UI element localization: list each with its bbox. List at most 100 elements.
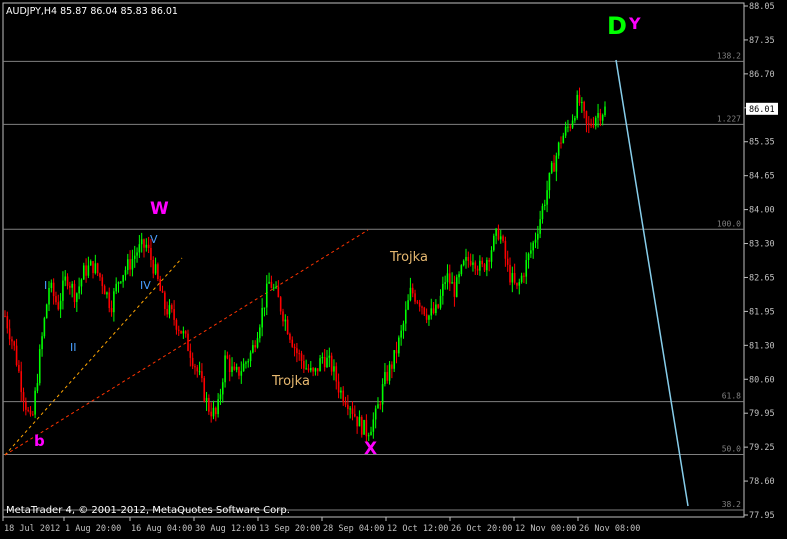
candle-body xyxy=(50,282,53,289)
candle-body xyxy=(184,331,187,334)
candle-body xyxy=(122,275,124,282)
candle-body xyxy=(316,368,319,372)
candle-body xyxy=(435,304,437,314)
candle-body xyxy=(120,281,122,283)
candle-body xyxy=(402,323,405,331)
candle-body xyxy=(411,287,414,294)
candle-body xyxy=(233,366,236,370)
candle-body xyxy=(300,353,303,361)
candle-body xyxy=(235,366,238,370)
y-tick-label: 80.60 xyxy=(749,375,775,385)
candle-body xyxy=(272,287,275,289)
candle-body xyxy=(344,402,347,405)
candle-body xyxy=(168,305,171,315)
candle-body xyxy=(249,352,252,362)
candle-body xyxy=(76,293,78,302)
candle-body xyxy=(453,282,456,297)
candle-body xyxy=(129,259,131,270)
candle-body xyxy=(423,307,426,315)
candle-body xyxy=(252,345,254,353)
candle-body xyxy=(323,356,326,368)
candle-body xyxy=(467,256,470,261)
candle-body xyxy=(277,287,280,298)
fib-label: 1.227 xyxy=(717,114,741,123)
candle-body xyxy=(145,244,148,248)
candle-body xyxy=(553,162,555,172)
candle-body xyxy=(592,125,595,127)
candle-body xyxy=(13,341,16,346)
candle-body xyxy=(370,431,372,436)
candle-body xyxy=(425,314,428,320)
wave-label: Y xyxy=(628,14,641,33)
candle-body xyxy=(391,364,393,369)
candle-body xyxy=(73,283,76,302)
candle-body xyxy=(173,309,175,320)
price-chart[interactable]: 138.2 1.227 100.0 61.8 50.0 38.2 88.05 87.35 86… xyxy=(0,0,787,539)
candle-body xyxy=(516,282,518,286)
candle-body xyxy=(96,263,99,274)
candle-body xyxy=(469,260,472,265)
candle-body xyxy=(41,336,43,350)
candle-body xyxy=(564,126,567,136)
candle-body xyxy=(215,407,217,415)
x-tick-label: 28 Sep 04:00 xyxy=(323,524,384,534)
candle-body xyxy=(581,101,583,104)
candle-body xyxy=(363,419,365,435)
candle-body xyxy=(296,348,298,354)
candle-body xyxy=(335,366,338,382)
y-tick-label: 86.70 xyxy=(749,70,775,80)
candle-body xyxy=(103,286,106,295)
candle-body xyxy=(187,333,189,351)
candle-body xyxy=(537,233,539,240)
wave-label: X xyxy=(364,439,377,459)
candle-body xyxy=(64,276,67,281)
candle-body xyxy=(92,261,94,274)
candle-body xyxy=(367,435,370,437)
candle-body xyxy=(550,162,553,173)
y-tick-label: 79.25 xyxy=(749,443,775,453)
candle-body xyxy=(374,408,377,420)
candle-body xyxy=(275,287,277,289)
candle-body xyxy=(38,349,41,384)
candle-body xyxy=(152,259,155,274)
chart-background xyxy=(0,0,787,539)
candle-body xyxy=(530,250,532,254)
candle-body xyxy=(282,311,284,322)
candle-body xyxy=(578,94,581,104)
candle-body xyxy=(31,414,34,416)
candle-body xyxy=(567,126,569,128)
candle-body xyxy=(499,236,502,240)
candle-body xyxy=(217,399,219,415)
candle-body xyxy=(189,350,192,358)
candle-body xyxy=(587,123,590,125)
candle-body xyxy=(52,282,55,297)
candle-body xyxy=(465,256,467,261)
copyright-footer: MetaTrader 4, © 2001-2012, MetaQuotes So… xyxy=(6,505,290,516)
candle-body xyxy=(108,292,111,309)
candle-body xyxy=(166,308,168,315)
candle-body xyxy=(140,239,143,245)
candle-body xyxy=(29,410,32,415)
candle-body xyxy=(279,297,282,312)
candle-body xyxy=(261,307,263,328)
candle-body xyxy=(513,273,516,283)
candle-body xyxy=(404,309,407,324)
candle-body xyxy=(486,260,488,271)
fib-label: 38.2 xyxy=(722,500,741,509)
candle-body xyxy=(330,355,333,372)
candle-body xyxy=(432,308,435,314)
candle-body xyxy=(333,366,335,372)
candle-body xyxy=(509,264,511,283)
candle-body xyxy=(416,301,419,303)
candle-body xyxy=(164,292,166,309)
candle-body xyxy=(138,244,141,253)
candle-body xyxy=(48,288,50,305)
candle-body xyxy=(462,260,465,266)
candle-body xyxy=(365,419,368,437)
candle-body xyxy=(203,378,206,402)
candle-body xyxy=(133,255,136,259)
candle-body xyxy=(4,315,6,317)
candle-body xyxy=(208,397,210,412)
y-tick-label: 84.00 xyxy=(749,206,775,216)
candle-body xyxy=(303,360,305,369)
